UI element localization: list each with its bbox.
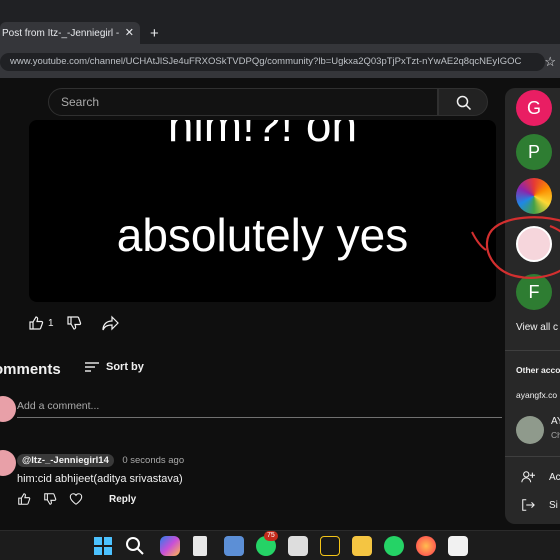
comment-dislike-icon[interactable] (43, 492, 57, 506)
comment-author[interactable]: @Itz-_-Jenniegirl14 (17, 454, 114, 467)
other-account-subtitle: Ch (551, 430, 560, 440)
comment-like-icon[interactable] (17, 492, 31, 506)
add-account-label: Ac (549, 471, 560, 483)
address-bar: www.youtube.com/channel/UCHAtJlSJe4uFRXO… (0, 44, 560, 78)
post-text-line1: him!?! oh (167, 120, 358, 151)
new-tab-button[interactable]: + (150, 25, 159, 42)
add-account-row[interactable]: Ac (521, 470, 560, 484)
search-input[interactable]: Search (48, 88, 438, 116)
folder-icon[interactable] (352, 536, 372, 556)
red-circle-annotation (471, 216, 560, 279)
youtube-page: Search him!?! oh absolutely yes 1 omment… (0, 78, 560, 530)
add-account-icon (521, 471, 535, 483)
sort-by-button[interactable]: Sort by (84, 361, 144, 373)
post-image: him!?! oh absolutely yes (29, 120, 496, 302)
tab-close-icon[interactable]: ✕ (125, 26, 134, 39)
like-count: 1 (48, 317, 54, 329)
other-account-avatar[interactable] (516, 416, 544, 444)
bookmark-star-icon[interactable]: ☆ (544, 54, 556, 70)
photo-app-icon[interactable] (288, 536, 308, 556)
whatsapp-icon-2[interactable] (384, 536, 404, 556)
comment-text: him:cid abhijeet(aditya srivastava) (17, 473, 183, 485)
panel-divider (505, 350, 560, 351)
sort-icon (85, 362, 99, 372)
windows-taskbar: 75 (0, 530, 560, 560)
reply-button[interactable]: Reply (109, 494, 136, 505)
sign-out-row[interactable]: Si (521, 498, 558, 512)
account-avatar-artsy[interactable] (516, 178, 552, 214)
file-icon[interactable] (193, 536, 207, 556)
commenter-avatar[interactable] (0, 450, 16, 476)
search-icon (456, 95, 472, 111)
comments-heading: omments (0, 361, 61, 378)
comment-actions: Reply (17, 492, 136, 506)
account-email: ayangfx.co (516, 390, 558, 400)
copilot-icon[interactable] (160, 536, 180, 556)
like-icon[interactable] (28, 315, 44, 331)
post-text-line2: absolutely yes (116, 209, 409, 261)
taskbar-search-icon[interactable] (125, 536, 145, 556)
ip-app-icon[interactable] (320, 536, 340, 556)
sign-out-icon (522, 499, 535, 511)
panel-divider-2 (505, 456, 560, 457)
browser-tabbar: Post from Itz-_-Jenniegirl - You ✕ + (0, 0, 560, 44)
account-avatar-p[interactable]: P (516, 134, 552, 170)
other-accounts-heading: Other accou (516, 365, 560, 375)
capcut-icon[interactable] (448, 536, 468, 556)
firefox-icon[interactable] (416, 536, 436, 556)
post-actions: 1 (28, 313, 120, 333)
url-field[interactable]: www.youtube.com/channel/UCHAtJlSJe4uFRXO… (0, 53, 545, 71)
dislike-icon[interactable] (66, 315, 82, 331)
user-avatar (0, 396, 16, 422)
add-comment-input[interactable]: Add a comment... (17, 400, 502, 418)
other-account-name[interactable]: AY (551, 416, 560, 427)
share-icon[interactable] (101, 315, 120, 331)
browser-tab[interactable]: Post from Itz-_-Jenniegirl - You ✕ (0, 22, 140, 44)
calendar-app-icon[interactable] (224, 536, 244, 556)
heart-icon[interactable] (69, 492, 83, 506)
tab-title: Post from Itz-_-Jenniegirl - You (2, 27, 122, 39)
view-all-channels-link[interactable]: View all c (516, 322, 558, 333)
notification-badge: 75 (264, 531, 278, 541)
comment-time[interactable]: 0 seconds ago (122, 455, 184, 466)
search-button[interactable] (438, 88, 488, 116)
sort-by-label: Sort by (106, 361, 144, 373)
account-switcher-panel: G P F View all c Other accou ayangfx.co … (505, 88, 560, 524)
account-avatar-g[interactable]: G (516, 90, 552, 126)
windows-start-icon[interactable] (93, 536, 113, 556)
comment-item: @Itz-_-Jenniegirl14 0 seconds ago him:ci… (17, 450, 184, 485)
sign-out-label: Si (549, 499, 558, 511)
